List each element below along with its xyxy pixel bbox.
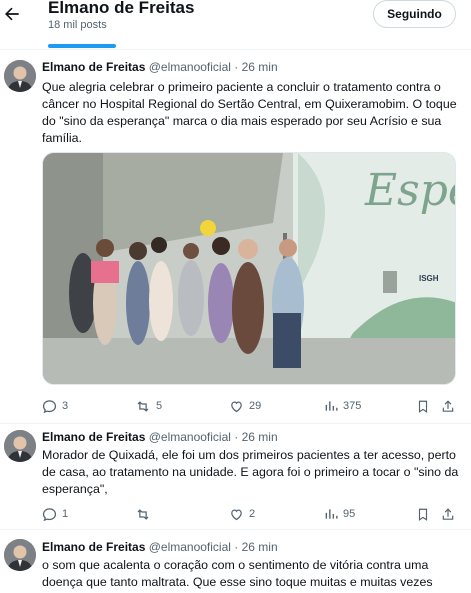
- repost-count: 5: [156, 400, 163, 412]
- post-time[interactable]: 26 min: [242, 430, 278, 444]
- following-button[interactable]: Seguindo: [373, 0, 456, 28]
- profile-name: Elmano de Freitas: [48, 0, 195, 17]
- separator-dot: ·: [234, 430, 239, 444]
- hospital-logo: ISGH: [419, 274, 439, 283]
- views-button[interactable]: 95: [324, 505, 355, 523]
- profile-header: Elmano de Freitas 18 mil posts Seguindo: [0, 0, 471, 50]
- separator-dot: ·: [234, 540, 239, 554]
- author-handle[interactable]: @elmanooficial: [149, 60, 231, 74]
- bookmark-icon: [416, 399, 430, 414]
- tweet[interactable]: Elmano de Freitas @elmanooficial · 26 mi…: [0, 51, 471, 424]
- author-name[interactable]: Elmano de Freitas: [42, 540, 145, 554]
- wall-sign-text: Espe: [365, 165, 455, 216]
- reply-count: 3: [62, 400, 69, 412]
- tweet-actions: 3 5 29 375: [42, 397, 460, 415]
- view-count: 95: [343, 508, 356, 520]
- separator-dot: ·: [234, 60, 239, 74]
- bookmark-icon: [416, 507, 430, 522]
- active-tab-indicator: [48, 44, 116, 48]
- avatar[interactable]: [4, 539, 36, 571]
- views-button[interactable]: 375: [324, 397, 361, 415]
- tweet-text: Que alegria celebrar o primeiro paciente…: [42, 80, 457, 145]
- author-name[interactable]: Elmano de Freitas: [42, 60, 145, 74]
- reply-button[interactable]: 3: [42, 397, 68, 415]
- post-time[interactable]: 26 min: [242, 60, 278, 74]
- reply-icon: [42, 399, 57, 414]
- repost-button[interactable]: 5: [135, 397, 162, 415]
- tweet-video[interactable]: Espe ISGH: [42, 152, 456, 385]
- post-count: 18 mil posts: [48, 19, 107, 31]
- tweet-meta: Elmano de Freitas @elmanooficial · 26 mi…: [42, 60, 278, 74]
- like-button[interactable]: 2: [229, 505, 255, 523]
- repost-button[interactable]: [135, 505, 156, 523]
- tweet-text: o som que acalenta o coração com o senti…: [42, 558, 433, 589]
- arrow-left-icon[interactable]: [2, 4, 22, 24]
- reply-button[interactable]: 1: [42, 505, 68, 523]
- share-button[interactable]: [441, 397, 455, 415]
- bookmark-button[interactable]: [416, 397, 430, 415]
- reply-count: 1: [62, 508, 69, 520]
- repost-icon: [135, 399, 151, 414]
- repost-icon: [135, 507, 151, 522]
- like-count: 29: [249, 400, 262, 412]
- author-name[interactable]: Elmano de Freitas: [42, 430, 145, 444]
- bookmark-button[interactable]: [416, 505, 430, 523]
- tweet[interactable]: Elmano de Freitas @elmanooficial · 26 mi…: [0, 425, 471, 530]
- share-icon: [441, 399, 455, 414]
- analytics-icon: [324, 507, 338, 521]
- author-handle[interactable]: @elmanooficial: [149, 430, 231, 444]
- analytics-icon: [324, 399, 338, 413]
- tweet-actions: 1 2 95: [42, 505, 460, 523]
- tweet[interactable]: Elmano de Freitas @elmanooficial · 26 mi…: [0, 531, 471, 593]
- share-button[interactable]: [441, 505, 455, 523]
- avatar[interactable]: [4, 430, 36, 462]
- reply-icon: [42, 507, 57, 522]
- author-handle[interactable]: @elmanooficial: [149, 540, 231, 554]
- heart-icon: [229, 399, 244, 414]
- like-count: 2: [249, 508, 256, 520]
- avatar[interactable]: [4, 60, 36, 92]
- tweet-meta: Elmano de Freitas @elmanooficial · 26 mi…: [42, 540, 278, 554]
- heart-icon: [229, 507, 244, 522]
- view-count: 375: [343, 400, 362, 412]
- tweet-text: Morador de Quixadá, ele foi um dos prime…: [42, 448, 459, 496]
- like-button[interactable]: 29: [229, 397, 261, 415]
- tweet-meta: Elmano de Freitas @elmanooficial · 26 mi…: [42, 430, 278, 444]
- post-time[interactable]: 26 min: [242, 540, 278, 554]
- share-icon: [441, 507, 455, 522]
